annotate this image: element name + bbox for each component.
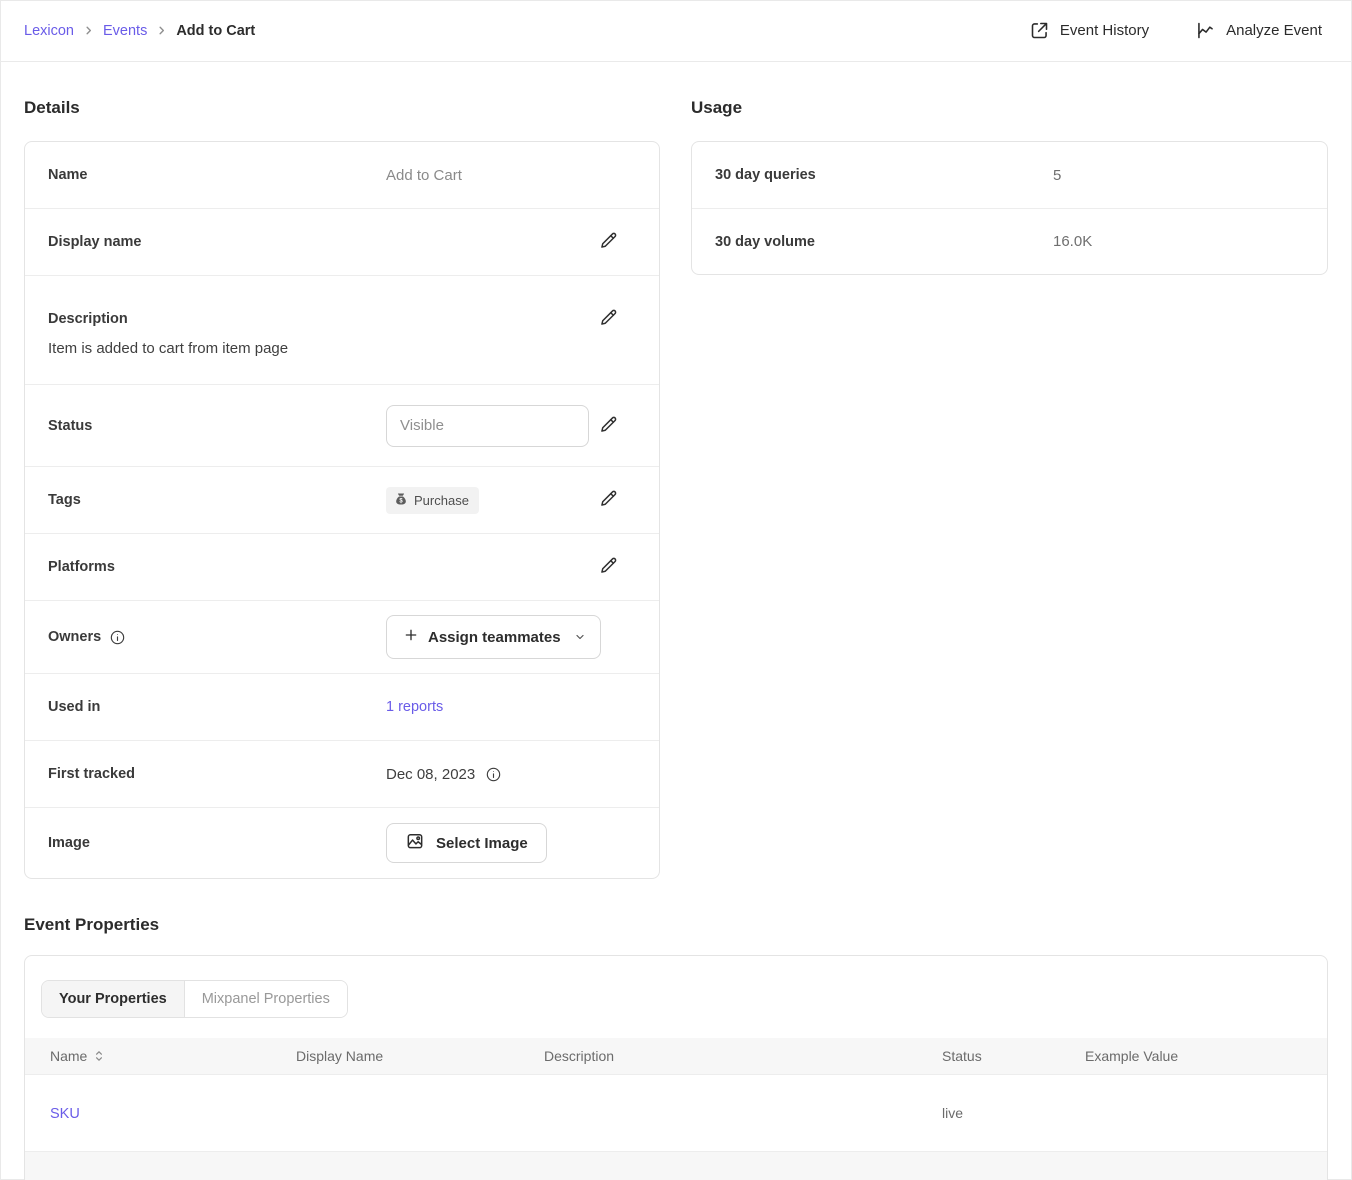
- usage-row-queries: 30 day queries 5: [692, 142, 1327, 208]
- edit-description-button[interactable]: [598, 307, 619, 331]
- external-link-icon: [1029, 20, 1050, 41]
- display-name-label: Display name: [48, 234, 386, 250]
- assign-teammates-label: Assign teammates: [428, 629, 561, 646]
- chevron-right-icon: [156, 25, 167, 36]
- property-row-scroll[interactable]: Scroll % live: [25, 1151, 1327, 1180]
- tab-mixpanel-properties[interactable]: Mixpanel Properties: [185, 981, 347, 1017]
- usage-title: Usage: [691, 98, 1328, 118]
- info-icon[interactable]: [109, 629, 126, 646]
- owners-label: Owners: [48, 629, 101, 645]
- breadcrumb-current: Add to Cart: [176, 23, 255, 39]
- detail-row-used-in: Used in 1 reports: [25, 673, 659, 740]
- properties-tabs-wrap: Your Properties Mixpanel Properties: [25, 956, 1327, 1038]
- detail-row-platforms: Platforms: [25, 533, 659, 600]
- event-history-button[interactable]: Event History: [1029, 20, 1149, 41]
- usage-row-volume: 30 day volume 16.0K: [692, 208, 1327, 274]
- money-bag-icon: $: [394, 492, 408, 509]
- queries-label: 30 day queries: [715, 167, 1053, 183]
- pencil-icon: [598, 555, 619, 579]
- pencil-icon: [598, 488, 619, 512]
- name-label: Name: [48, 167, 386, 183]
- volume-label: 30 day volume: [715, 234, 1053, 250]
- breadcrumb: Lexicon Events Add to Cart: [24, 23, 255, 39]
- event-history-label: Event History: [1060, 22, 1149, 39]
- tag-label: Purchase: [414, 493, 469, 508]
- first-tracked-label: First tracked: [48, 766, 386, 782]
- breadcrumb-events[interactable]: Events: [103, 23, 147, 39]
- usage-card: 30 day queries 5 30 day volume 16.0K: [691, 141, 1328, 275]
- property-row-sku[interactable]: SKU live: [25, 1074, 1327, 1151]
- edit-platforms-button[interactable]: [598, 555, 619, 579]
- tag-chip-purchase[interactable]: $ Purchase: [386, 487, 479, 514]
- name-value: Add to Cart: [386, 167, 619, 184]
- pencil-icon: [598, 230, 619, 254]
- detail-row-display-name: Display name: [25, 208, 659, 275]
- tags-value-wrap: $ Purchase: [386, 487, 598, 514]
- pencil-icon: [598, 414, 619, 438]
- description-value: Item is added to cart from item page: [48, 340, 619, 357]
- used-in-value-wrap: 1 reports: [386, 699, 619, 715]
- property-name-link[interactable]: SKU: [50, 1106, 80, 1122]
- pencil-icon: [598, 307, 619, 331]
- property-status: live: [942, 1105, 1085, 1121]
- detail-row-owners: Owners Assign teammates: [25, 600, 659, 673]
- detail-row-description: Description Item is added to cart from i…: [25, 275, 659, 384]
- used-in-reports-link[interactable]: 1 reports: [386, 699, 443, 715]
- status-select[interactable]: Visible: [386, 405, 589, 447]
- column-header-example-value: Example Value: [1085, 1048, 1327, 1064]
- chevron-down-icon: [574, 631, 586, 643]
- column-header-description: Description: [544, 1048, 942, 1064]
- select-image-label: Select Image: [436, 835, 528, 852]
- status-value-wrap: Visible: [386, 405, 598, 447]
- line-chart-icon: [1195, 20, 1216, 41]
- detail-row-tags: Tags $ Purchase: [25, 466, 659, 533]
- description-label: Description: [48, 311, 386, 327]
- info-icon[interactable]: [485, 766, 502, 783]
- analyze-event-button[interactable]: Analyze Event: [1195, 20, 1322, 41]
- column-header-status: Status: [942, 1048, 1085, 1064]
- edit-display-name-button[interactable]: [598, 230, 619, 254]
- chevron-right-icon: [83, 25, 94, 36]
- image-label: Image: [48, 835, 386, 851]
- detail-row-image: Image Select Image: [25, 807, 659, 878]
- column-header-display-name: Display Name: [296, 1048, 544, 1064]
- column-header-name-label: Name: [50, 1048, 87, 1064]
- volume-value: 16.0K: [1053, 233, 1092, 250]
- details-title: Details: [24, 98, 660, 118]
- owners-label-wrap: Owners: [48, 629, 386, 646]
- queries-value: 5: [1053, 167, 1061, 184]
- event-properties-title: Event Properties: [24, 915, 1328, 935]
- assign-teammates-button[interactable]: Assign teammates: [386, 615, 601, 659]
- status-label: Status: [48, 418, 386, 434]
- tab-your-properties[interactable]: Your Properties: [42, 981, 185, 1017]
- plus-icon: [403, 627, 419, 647]
- first-tracked-value: Dec 08, 2023: [386, 766, 475, 783]
- edit-status-button[interactable]: [598, 414, 619, 438]
- owners-value-wrap: Assign teammates: [386, 615, 619, 659]
- detail-row-status: Status Visible: [25, 384, 659, 466]
- column-header-name[interactable]: Name: [25, 1048, 296, 1064]
- analyze-event-label: Analyze Event: [1226, 22, 1322, 39]
- breadcrumb-lexicon[interactable]: Lexicon: [24, 23, 74, 39]
- lexicon-event-page: Lexicon Events Add to Cart Event History: [0, 0, 1352, 1180]
- properties-tabs: Your Properties Mixpanel Properties: [41, 980, 348, 1018]
- header-actions: Event History Analyze Event: [1029, 20, 1322, 41]
- select-image-button[interactable]: Select Image: [386, 823, 547, 863]
- event-properties-card: Your Properties Mixpanel Properties Name…: [24, 955, 1328, 1180]
- details-card: Name Add to Cart Display name: [24, 141, 660, 879]
- used-in-label: Used in: [48, 699, 386, 715]
- sort-icon[interactable]: [94, 1050, 104, 1062]
- top-bar: Lexicon Events Add to Cart Event History: [0, 0, 1352, 62]
- detail-row-name: Name Add to Cart: [25, 142, 659, 208]
- tags-label: Tags: [48, 492, 386, 508]
- image-icon: [405, 831, 425, 855]
- detail-row-first-tracked: First tracked Dec 08, 2023: [25, 740, 659, 807]
- platforms-label: Platforms: [48, 559, 386, 575]
- first-tracked-value-wrap: Dec 08, 2023: [386, 766, 619, 783]
- edit-tags-button[interactable]: [598, 488, 619, 512]
- image-value-wrap: Select Image: [386, 823, 619, 863]
- properties-table-header: Name Display Name Description Status Exa…: [25, 1038, 1327, 1074]
